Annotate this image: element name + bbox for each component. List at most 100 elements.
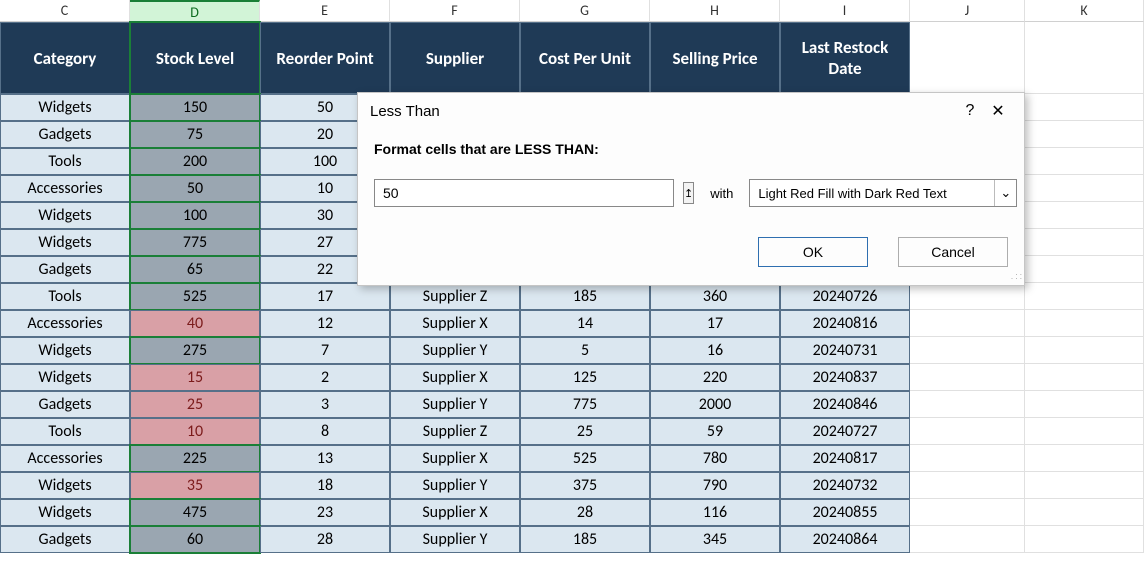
cell[interactable]: 2000 xyxy=(650,391,780,418)
table-header[interactable]: Last Restock Date xyxy=(780,22,910,94)
cell[interactable]: 20240816 xyxy=(780,310,910,337)
cell[interactable]: Supplier X xyxy=(390,364,520,391)
cell[interactable]: Tools xyxy=(0,283,130,310)
cell[interactable]: Supplier X xyxy=(390,310,520,337)
cell[interactable]: Tools xyxy=(0,148,130,175)
cell[interactable]: 12 xyxy=(260,310,390,337)
table-header[interactable]: Cost Per Unit xyxy=(520,22,650,94)
cell[interactable]: 5 xyxy=(520,337,650,364)
blank-cell[interactable] xyxy=(1025,229,1144,256)
cell[interactable]: 7 xyxy=(260,337,390,364)
blank-cell[interactable] xyxy=(910,310,1025,337)
cell[interactable]: Supplier Y xyxy=(390,526,520,553)
cell[interactable]: 2 xyxy=(260,364,390,391)
cell[interactable]: 20240817 xyxy=(780,445,910,472)
cell[interactable]: 220 xyxy=(650,364,780,391)
blank-cell[interactable] xyxy=(1025,175,1144,202)
cell[interactable]: Widgets xyxy=(0,337,130,364)
cell[interactable]: 116 xyxy=(650,499,780,526)
format-select[interactable]: Light Red Fill with Dark Red Text ⌄ xyxy=(749,179,1017,207)
cancel-button[interactable]: Cancel xyxy=(898,237,1008,267)
table-header[interactable]: Category xyxy=(0,22,130,94)
blank-cell[interactable] xyxy=(1025,283,1144,310)
cell[interactable]: 18 xyxy=(260,472,390,499)
cell[interactable]: 28 xyxy=(520,499,650,526)
blank-cell[interactable] xyxy=(910,337,1025,364)
cell[interactable]: 20240727 xyxy=(780,418,910,445)
cell[interactable]: 13 xyxy=(260,445,390,472)
cell[interactable]: Widgets xyxy=(0,364,130,391)
cell[interactable]: 275 xyxy=(130,337,260,364)
cell[interactable]: Gadgets xyxy=(0,121,130,148)
blank-cell[interactable] xyxy=(1025,391,1144,418)
cell[interactable]: 10 xyxy=(130,418,260,445)
cell[interactable]: 28 xyxy=(260,526,390,553)
blank-cell[interactable] xyxy=(1025,22,1144,94)
ok-button[interactable]: OK xyxy=(758,237,868,267)
column-header-H[interactable]: H xyxy=(650,0,780,22)
cell[interactable]: 200 xyxy=(130,148,260,175)
cell[interactable]: Widgets xyxy=(0,499,130,526)
column-header-K[interactable]: K xyxy=(1025,0,1144,22)
cell[interactable]: Gadgets xyxy=(0,526,130,553)
cell[interactable]: Accessories xyxy=(0,445,130,472)
column-header-I[interactable]: I xyxy=(780,0,910,22)
cell[interactable]: Gadgets xyxy=(0,391,130,418)
cell[interactable]: Widgets xyxy=(0,94,130,121)
cell[interactable]: 60 xyxy=(130,526,260,553)
cell[interactable]: 525 xyxy=(520,445,650,472)
cell[interactable]: 16 xyxy=(650,337,780,364)
column-header-J[interactable]: J xyxy=(910,0,1025,22)
cell[interactable]: 185 xyxy=(520,283,650,310)
blank-cell[interactable] xyxy=(1025,337,1144,364)
cell[interactable]: 14 xyxy=(520,310,650,337)
threshold-input[interactable] xyxy=(381,184,667,202)
blank-cell[interactable] xyxy=(1025,472,1144,499)
cell[interactable]: Widgets xyxy=(0,229,130,256)
cell[interactable]: 20240846 xyxy=(780,391,910,418)
cell[interactable]: 3 xyxy=(260,391,390,418)
cell[interactable]: 8 xyxy=(260,418,390,445)
blank-cell[interactable] xyxy=(910,526,1025,553)
cell[interactable]: 775 xyxy=(130,229,260,256)
blank-cell[interactable] xyxy=(910,472,1025,499)
cell[interactable]: Supplier Y xyxy=(390,337,520,364)
cell[interactable]: 345 xyxy=(650,526,780,553)
column-header-E[interactable]: E xyxy=(260,0,390,22)
blank-cell[interactable] xyxy=(910,283,1025,310)
cell[interactable]: 75 xyxy=(130,121,260,148)
blank-cell[interactable] xyxy=(1025,364,1144,391)
cell[interactable]: Gadgets xyxy=(0,256,130,283)
cell[interactable]: 20240731 xyxy=(780,337,910,364)
cell[interactable]: 775 xyxy=(520,391,650,418)
blank-cell[interactable] xyxy=(1025,418,1144,445)
cell[interactable]: 375 xyxy=(520,472,650,499)
cell[interactable]: Supplier Z xyxy=(390,418,520,445)
table-header[interactable]: Supplier xyxy=(390,22,520,94)
cell[interactable]: 360 xyxy=(650,283,780,310)
cell[interactable]: 790 xyxy=(650,472,780,499)
blank-cell[interactable] xyxy=(910,499,1025,526)
cell[interactable]: 525 xyxy=(130,283,260,310)
cell[interactable]: 15 xyxy=(130,364,260,391)
cell[interactable]: 150 xyxy=(130,94,260,121)
blank-cell[interactable] xyxy=(1025,445,1144,472)
range-selector-icon[interactable]: ↥ xyxy=(683,182,694,204)
cell[interactable]: 20240864 xyxy=(780,526,910,553)
cell[interactable]: 17 xyxy=(260,283,390,310)
cell[interactable]: Accessories xyxy=(0,175,130,202)
cell[interactable]: Widgets xyxy=(0,472,130,499)
cell[interactable]: 185 xyxy=(520,526,650,553)
column-header-G[interactable]: G xyxy=(520,0,650,22)
cell[interactable]: Supplier Y xyxy=(390,472,520,499)
cell[interactable]: 25 xyxy=(520,418,650,445)
cell[interactable]: 475 xyxy=(130,499,260,526)
blank-cell[interactable] xyxy=(1025,526,1144,553)
cell[interactable]: Accessories xyxy=(0,310,130,337)
cell[interactable]: 17 xyxy=(650,310,780,337)
cell[interactable]: Widgets xyxy=(0,202,130,229)
cell[interactable]: 100 xyxy=(130,202,260,229)
cell[interactable]: Supplier Z xyxy=(390,283,520,310)
blank-cell[interactable] xyxy=(910,364,1025,391)
cell[interactable]: 20240837 xyxy=(780,364,910,391)
